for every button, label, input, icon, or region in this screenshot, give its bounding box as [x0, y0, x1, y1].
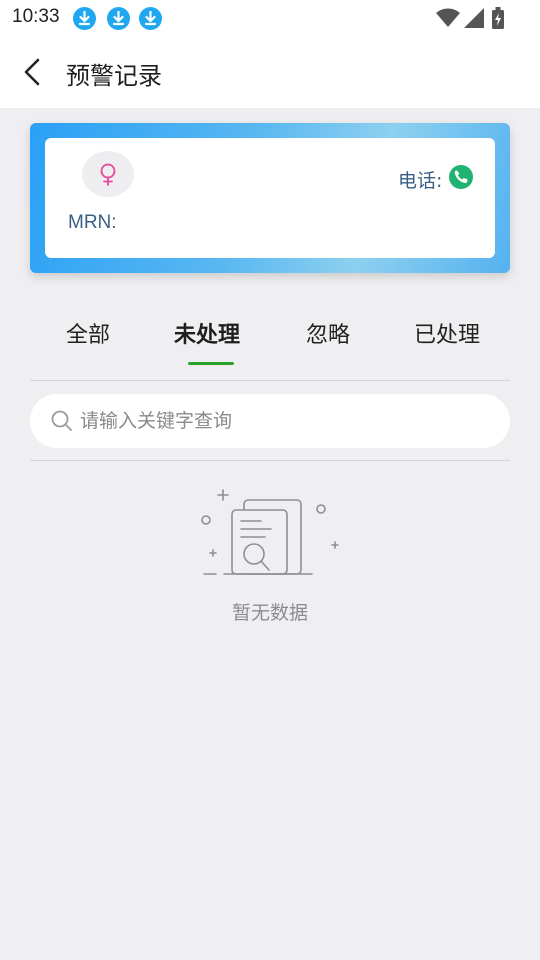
status-time: 10:33 [12, 6, 60, 27]
chevron-left-icon [24, 58, 40, 86]
battery-charging-icon [492, 7, 504, 29]
patient-card-body: 电话: MRN: [45, 138, 495, 258]
page-title: 预警记录 [66, 62, 162, 90]
tab-processed[interactable]: 已处理 [414, 317, 480, 349]
tab-unprocessed[interactable]: 未处理 [174, 317, 240, 349]
cell-signal-icon [464, 8, 484, 28]
wifi-icon [436, 8, 460, 27]
tab-all[interactable]: 全部 [66, 317, 110, 349]
divider [30, 460, 510, 461]
search-icon [51, 410, 72, 431]
download-icon [139, 7, 162, 30]
back-button[interactable] [14, 52, 54, 92]
search-input[interactable] [80, 394, 490, 448]
phone-label: 电话: [398, 170, 443, 192]
empty-state-text: 暂无数据 [231, 602, 308, 624]
status-icons [418, 6, 528, 30]
status-bar: 10:33 [0, 0, 540, 36]
female-icon [100, 163, 116, 186]
tab-ignored[interactable]: 忽略 [306, 317, 350, 349]
download-icon [73, 7, 96, 30]
empty-document-search-icon [196, 486, 346, 585]
patient-card: 电话: MRN: [30, 123, 510, 273]
tab-bar: 全部 未处理 忽略 已处理 [30, 305, 510, 381]
download-icon [107, 7, 130, 30]
mrn-label: MRN: [68, 212, 117, 233]
avatar [82, 151, 134, 197]
phone-icon[interactable] [449, 165, 473, 189]
search-box[interactable] [30, 394, 510, 448]
app-header: 预警记录 [0, 36, 540, 108]
active-tab-indicator [188, 362, 234, 365]
